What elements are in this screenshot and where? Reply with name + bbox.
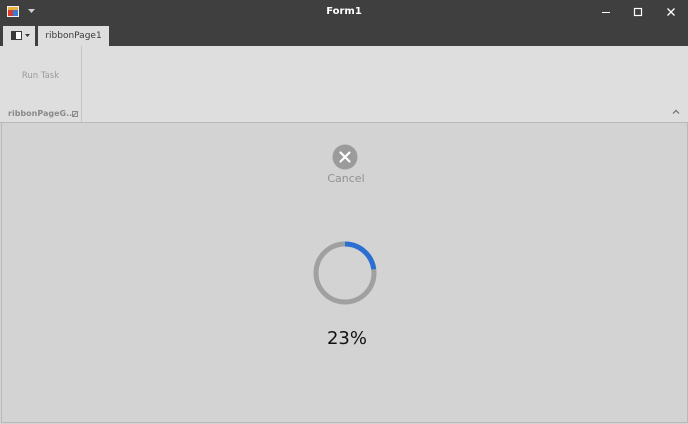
chevron-up-icon[interactable] bbox=[670, 107, 682, 117]
maximize-icon bbox=[633, 7, 643, 17]
cancel-label: Cancel bbox=[327, 172, 365, 185]
dialog-launcher-icon[interactable] bbox=[72, 111, 78, 117]
close-button[interactable] bbox=[655, 0, 687, 24]
file-menu-button[interactable] bbox=[3, 26, 35, 46]
cancel-circle-icon bbox=[332, 144, 358, 170]
progress-ring bbox=[313, 241, 377, 305]
close-icon bbox=[667, 8, 675, 16]
progress-arc bbox=[344, 241, 377, 270]
ribbon-tab-row: ribbonPage1 bbox=[0, 24, 688, 46]
minimize-icon bbox=[602, 12, 610, 13]
ribbon-panel: Run Task ribbonPageG... bbox=[0, 46, 688, 123]
cancel-button[interactable]: Cancel bbox=[317, 144, 375, 188]
document-icon bbox=[11, 31, 22, 40]
chevron-down-icon bbox=[25, 34, 30, 37]
minimize-button[interactable] bbox=[590, 0, 622, 24]
progress-percent: 23% bbox=[326, 328, 367, 349]
run-task-button[interactable]: Run Task bbox=[0, 71, 81, 81]
maximize-button[interactable] bbox=[622, 0, 654, 24]
content-area: Cancel 23% bbox=[1, 123, 688, 423]
main-window: Form1 ribbonPage1 Run Task ribbonPageG..… bbox=[0, 0, 688, 424]
window-title: Form1 bbox=[326, 6, 362, 17]
title-bar: Form1 bbox=[0, 0, 688, 24]
ribbon-group-caption: ribbonPageG... bbox=[8, 109, 76, 118]
tab-ribbonpage1[interactable]: ribbonPage1 bbox=[38, 26, 109, 46]
ribbon-group: Run Task ribbonPageG... bbox=[0, 46, 82, 122]
